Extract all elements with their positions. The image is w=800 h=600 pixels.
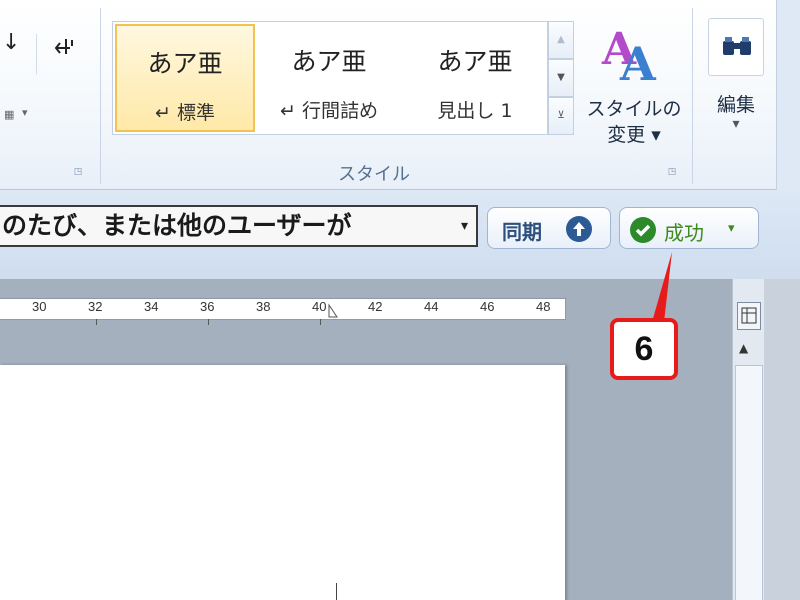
down-arrow-icon[interactable]: ↓: [2, 30, 20, 55]
ruler-toggle-button[interactable]: [737, 302, 761, 330]
step-number: 6: [634, 330, 654, 368]
change-styles-button[interactable]: A A スタイルの 変更 ▾: [578, 20, 690, 170]
ruler-tick-label: 40: [312, 299, 327, 314]
ribbon: ↓ ▦ ▾ ◳ あア亜 ↵ 標準 あア亜 ↵ 行間詰め あア亜 見出し 1 ▲ …: [0, 0, 800, 190]
change-styles-label-line1: スタイルの: [586, 98, 682, 120]
editing-dropdown-icon: ▾: [732, 116, 740, 132]
horizontal-ruler[interactable]: 30 32 34 36 38 40 42 44 46 48: [0, 298, 566, 325]
group-divider: [692, 8, 693, 184]
sync-message-text: のたび、または他のユーザーが: [2, 211, 352, 240]
style-label: ↵ 標準: [155, 102, 215, 124]
svg-text:A: A: [619, 37, 657, 86]
style-item-normal[interactable]: あア亜 ↵ 標準: [115, 24, 255, 132]
change-styles-icon: A A: [601, 24, 657, 86]
edit-icon-box: [708, 18, 764, 76]
change-styles-label-line2: 変更 ▾: [607, 124, 661, 146]
ruler-tick-label: 42: [368, 299, 383, 314]
ruler-tick-label: 44: [424, 299, 439, 314]
upload-arrow-icon: [566, 216, 592, 242]
styles-dialog-launcher-icon[interactable]: ◳: [666, 166, 678, 178]
style-sample: あア亜: [291, 47, 367, 76]
paragraph-mark-svg: [54, 39, 73, 54]
chevron-down-icon: ▾: [728, 221, 735, 236]
style-item-heading-1[interactable]: あア亜 見出し 1: [405, 24, 545, 132]
scrollbar-track[interactable]: [735, 365, 763, 600]
gallery-scroll-up-button[interactable]: ▲: [548, 21, 574, 59]
style-label: ↵ 行間詰め: [280, 100, 378, 122]
document-page[interactable]: [0, 365, 565, 600]
paragraph-dialog-launcher-icon[interactable]: ◳: [72, 166, 84, 178]
vertical-scrollbar: ▲: [732, 279, 764, 600]
ruler-tick-label: 32: [88, 299, 103, 314]
sync-bar: のたび、または他のユーザーが ▾ 同期 成功 ▾: [0, 191, 800, 279]
paragraph-group: ↓ ▦ ▾ ◳: [0, 0, 100, 190]
step-callout: 6: [610, 318, 678, 380]
gallery-scrollbar: ▲ ▼ ⊻: [548, 21, 574, 135]
ruler-tick-label: 46: [480, 299, 495, 314]
binoculars-icon: [723, 37, 751, 55]
group-divider: [100, 8, 101, 184]
ruler-tick-label: 30: [32, 299, 47, 314]
ruler-icon: [741, 307, 757, 324]
ruler-tick-label: 38: [256, 299, 271, 314]
ribbon-edge: [776, 0, 800, 190]
style-item-no-spacing[interactable]: あア亜 ↵ 行間詰め: [259, 24, 399, 132]
dropdown-icon[interactable]: ▾: [22, 106, 28, 119]
sync-button[interactable]: 同期: [487, 207, 611, 249]
editing-button[interactable]: 編集 ▾: [704, 18, 768, 168]
style-sample: あア亜: [437, 47, 513, 76]
ruler-tick: [320, 319, 321, 325]
sync-message-dropdown[interactable]: のたび、または他のユーザーが ▾: [0, 205, 478, 247]
more-icon: ⊻: [557, 110, 565, 121]
document-area: 30 32 34 36 38 40 42 44 46 48 ▲: [0, 279, 800, 600]
style-sample: あア亜: [147, 49, 223, 78]
scroll-up-icon[interactable]: ▲: [739, 341, 748, 355]
sync-status-label: 成功: [664, 221, 704, 245]
ruler-tick: [208, 319, 209, 325]
ruler-tick-label: 36: [200, 299, 215, 314]
window-edge: [764, 279, 800, 600]
sync-button-label: 同期: [502, 220, 542, 244]
divider: [36, 34, 37, 74]
ruler-tick-label: 34: [144, 299, 159, 314]
right-indent-marker-icon[interactable]: [326, 303, 340, 319]
text-cursor: [336, 583, 337, 600]
editing-label: 編集: [716, 94, 755, 116]
style-label: 見出し 1: [437, 100, 513, 122]
ruler-tick-label: 48: [536, 299, 551, 314]
chevron-down-icon: ▾: [460, 218, 468, 234]
gallery-scroll-down-button[interactable]: ▼: [548, 59, 574, 97]
border-icon[interactable]: ▦: [4, 108, 14, 121]
paragraph-mark-icon[interactable]: [52, 36, 78, 68]
sync-status-button[interactable]: 成功 ▾: [619, 207, 759, 249]
style-gallery: あア亜 ↵ 標準 あア亜 ↵ 行間詰め あア亜 見出し 1: [112, 21, 548, 135]
ruler-tick: [96, 319, 97, 325]
chevron-down-icon: ▼: [557, 72, 565, 83]
check-icon: [630, 217, 656, 243]
styles-group-label: スタイル: [338, 164, 410, 185]
gallery-more-button[interactable]: ⊻: [548, 97, 574, 135]
chevron-up-icon: ▲: [557, 34, 565, 45]
